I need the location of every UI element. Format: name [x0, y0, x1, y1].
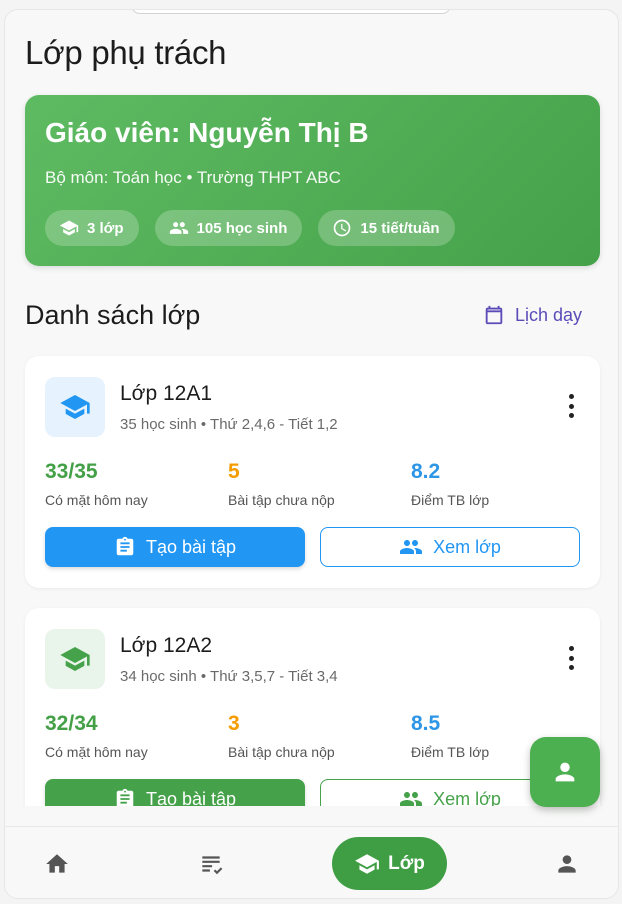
class-name: Lớp 12A1 — [120, 382, 213, 405]
chip-class-count: 3 lớp — [45, 210, 139, 246]
button-label: Tạo bài tập — [145, 788, 237, 807]
school-icon — [60, 647, 90, 671]
stat-pending-homework: 3 Bài tập chưa nộp — [228, 712, 335, 760]
stat-pending-homework: 5 Bài tập chưa nộp — [228, 460, 335, 508]
stat-average-score: 8.2 Điểm TB lớp — [411, 460, 489, 508]
stat-value: 8.5 — [411, 712, 441, 735]
class-avatar — [45, 377, 105, 437]
calendar-icon — [485, 305, 503, 325]
stat-average-score: 8.5 Điểm TB lớp — [411, 712, 489, 760]
chip-label: 15 tiết/tuần — [360, 219, 440, 237]
schedule-button[interactable]: Lịch dạy — [483, 304, 582, 326]
chip-student-count: 105 học sinh — [154, 210, 303, 246]
button-label: Xem lớp — [433, 788, 501, 807]
chip-label: 3 lớp — [87, 219, 124, 237]
home-icon — [46, 854, 68, 873]
profile-icon — [558, 855, 576, 873]
school-icon — [60, 395, 90, 419]
assignment-icon — [202, 856, 223, 875]
chip-label: 105 học sinh — [196, 219, 288, 237]
stat-value: 32/34 — [45, 712, 98, 735]
people-icon — [169, 222, 188, 234]
chip-periods: 15 tiết/tuần — [318, 210, 455, 246]
stat-value: 8.2 — [411, 460, 441, 483]
class-name: Lớp 12A2 — [120, 634, 213, 657]
teacher-subject-school: Bộ môn: Toán học • Trường THPT ABC — [45, 168, 341, 187]
content-scroll[interactable]: Lớp phụ trách Giáo viên: Nguyễn Thị B Bộ… — [5, 10, 618, 806]
teacher-name: Giáo viên: Nguyễn Thị B — [45, 117, 369, 148]
bottom-navigation: Lớp — [5, 826, 618, 898]
class-meta: 34 học sinh • Thứ 3,5,7 - Tiết 3,4 — [120, 668, 338, 685]
stat-label: Điểm TB lớp — [411, 492, 490, 508]
profile-fab-button[interactable] — [530, 737, 600, 807]
create-assignment-button[interactable]: Tạo bài tập — [45, 779, 305, 806]
clock-icon — [334, 219, 351, 237]
create-assignment-button[interactable]: Tạo bài tập — [45, 527, 305, 567]
class-card[interactable]: Lớp 12A1 35 học sinh • Thứ 2,4,6 - Tiết … — [25, 356, 600, 588]
stat-value: 3 — [228, 712, 240, 735]
school-icon — [59, 220, 79, 236]
class-card[interactable]: Lớp 12A2 34 học sinh • Thứ 3,5,7 - Tiết … — [25, 608, 600, 806]
stat-label: Điểm TB lớp — [411, 744, 490, 760]
people-icon — [400, 792, 423, 806]
summary-chips: 3 lớp 105 học sinh 15 tiết/tuần — [45, 210, 455, 246]
clipboard-icon — [116, 536, 134, 556]
nav-assignments[interactable] — [196, 849, 226, 879]
nav-home[interactable] — [42, 849, 72, 879]
more-options-icon[interactable] — [568, 394, 574, 418]
people-icon — [400, 540, 423, 554]
page-title: Lớp phụ trách — [25, 34, 227, 71]
stat-value: 5 — [228, 460, 240, 483]
app-screen: Lớp phụ trách Giáo viên: Nguyễn Thị B Bộ… — [4, 9, 619, 899]
nav-active-label: Lớp — [388, 852, 425, 874]
person-icon — [555, 762, 575, 782]
stat-label: Bài tập chưa nộp — [228, 492, 335, 508]
stat-label: Có mặt hôm nay — [45, 744, 148, 760]
stat-attendance: 33/35 Có mặt hôm nay — [45, 460, 148, 508]
clipboard-icon — [116, 788, 134, 806]
more-options-icon[interactable] — [568, 646, 574, 670]
teacher-summary-card: Giáo viên: Nguyễn Thị B Bộ môn: Toán học… — [25, 95, 600, 266]
nav-classes[interactable]: Lớp — [332, 837, 447, 890]
button-label: Tạo bài tập — [145, 536, 237, 557]
button-label: Xem lớp — [433, 536, 501, 557]
schedule-label: Lịch dạy — [515, 304, 583, 325]
class-meta: 35 học sinh • Thứ 2,4,6 - Tiết 1,2 — [120, 416, 338, 433]
stat-value: 33/35 — [45, 460, 98, 483]
class-icon — [355, 853, 380, 874]
view-class-button[interactable]: Xem lớp — [320, 527, 580, 567]
nav-profile[interactable] — [552, 849, 582, 879]
stat-label: Bài tập chưa nộp — [228, 744, 335, 760]
stat-label: Có mặt hôm nay — [45, 492, 148, 508]
class-avatar — [45, 629, 105, 689]
section-title: Danh sách lớp — [25, 300, 201, 330]
stat-attendance: 32/34 Có mặt hôm nay — [45, 712, 148, 760]
